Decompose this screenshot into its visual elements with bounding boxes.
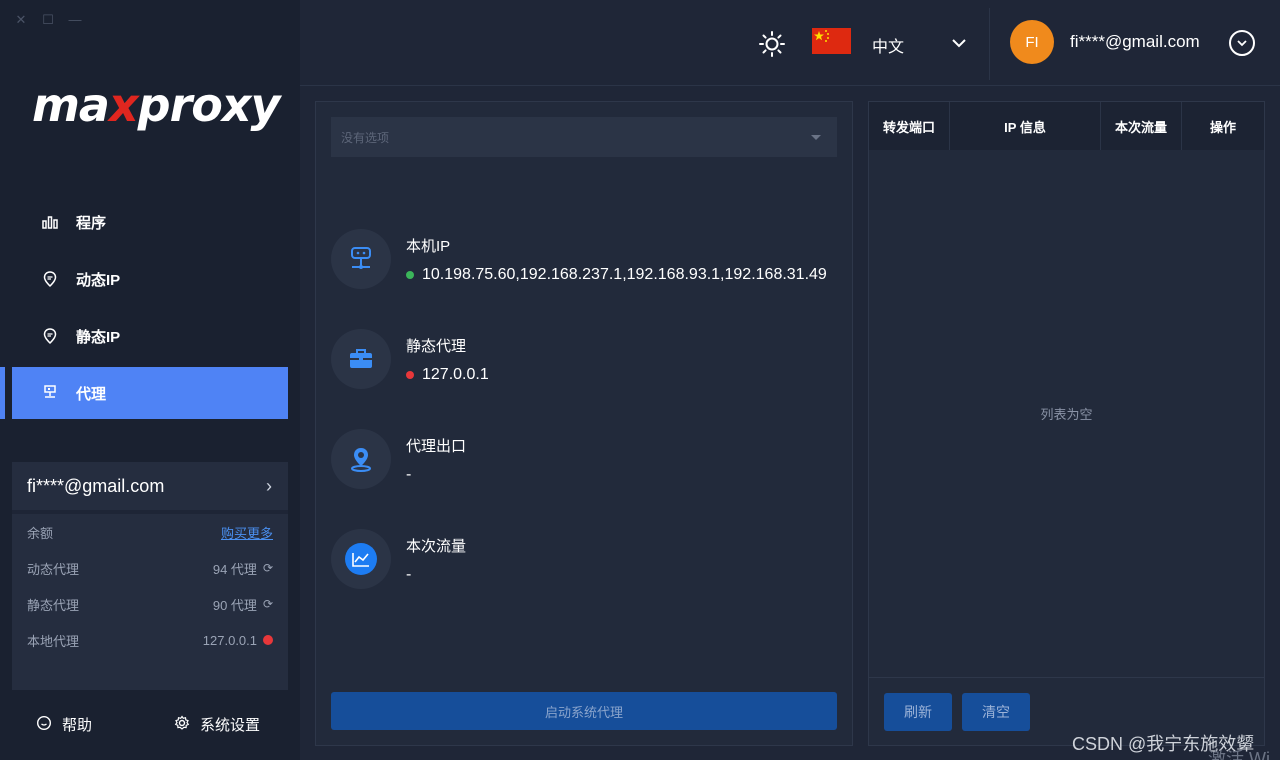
refresh-icon[interactable]: ⟳ — [263, 597, 273, 611]
proxy-exit-title: 代理出口 — [406, 438, 467, 455]
chat-bubble-icon — [36, 715, 52, 735]
static-proxy-row: 静态代理 127.0.0.1 — [331, 329, 489, 389]
active-indicator — [0, 367, 5, 419]
sidebar-item-label: 代理 — [76, 385, 107, 403]
select-placeholder: 没有选项 — [341, 130, 390, 145]
user-email[interactable]: fi****@gmail.com — [1070, 32, 1200, 52]
table-header: 转发端口 IP 信息 本次流量 操作 — [869, 102, 1264, 150]
balance-row: 余额 购买更多 — [12, 514, 288, 550]
server-icon — [40, 385, 60, 401]
theme-toggle-sun-icon[interactable] — [758, 30, 786, 63]
activate-windows-watermark: 激活 Wi — [1208, 749, 1270, 760]
proxy-select[interactable]: 没有选项 — [331, 117, 837, 157]
sidebar-item-label: 动态IP — [76, 271, 121, 289]
local-proxy-row: 本地代理 127.0.0.1 — [12, 622, 288, 658]
network-icon — [331, 229, 391, 289]
sidebar-nav: 程序 动态IP 静态IP 代理 — [0, 196, 288, 424]
avatar[interactable]: FI — [1010, 20, 1054, 64]
chevron-right-icon: › — [266, 475, 272, 496]
proxy-exit-row: 代理出口 - — [331, 429, 466, 489]
static-proxy-title: 静态代理 — [406, 338, 467, 355]
sidebar-item-program[interactable]: 程序 — [12, 196, 288, 248]
proxy-exit-value: - — [406, 466, 412, 483]
help-label: 帮助 — [62, 717, 93, 734]
local-ip-title: 本机IP — [406, 238, 451, 255]
dynamic-proxy-row: 动态代理 94 代理 ⟳ — [12, 550, 288, 586]
close-window-icon[interactable]: ✕ — [14, 12, 28, 28]
line-chart-icon — [331, 529, 391, 589]
column-header-port: 转发端口 — [869, 102, 950, 150]
refresh-button[interactable]: 刷新 — [884, 693, 952, 731]
dynamic-proxy-label: 动态代理 — [27, 561, 80, 577]
sidebar-item-proxy[interactable]: 代理 — [0, 367, 288, 419]
local-proxy-value: 127.0.0.1 — [202, 632, 257, 648]
buy-more-link[interactable]: 购买更多 — [221, 523, 273, 542]
local-ip-value: 10.198.75.60,192.168.237.1,192.168.93.1,… — [422, 266, 827, 283]
gear-icon — [174, 714, 190, 735]
account-card: fi****@gmail.com › 余额 购买更多 动态代理 94 代理 ⟳ 静… — [12, 462, 288, 690]
help-button[interactable]: 帮助 — [36, 714, 92, 735]
dynamic-proxy-count: 94 代理 — [212, 561, 257, 577]
account-header[interactable]: fi****@gmail.com › — [12, 462, 288, 514]
location-pin-icon — [40, 328, 60, 344]
sidebar-item-static-ip[interactable]: 静态IP — [12, 310, 288, 362]
chevron-down-circle-icon[interactable] — [1229, 30, 1255, 56]
location-marker-icon — [331, 429, 391, 489]
toolbox-icon — [331, 329, 391, 389]
forward-table-panel: 转发端口 IP 信息 本次流量 操作 列表为空 刷新 清空 — [868, 101, 1265, 746]
sidebar-item-label: 静态IP — [76, 328, 121, 346]
status-dot-green — [406, 271, 414, 279]
minimize-window-icon[interactable]: — — [68, 12, 82, 28]
maxproxy-logo: maxproxy — [32, 78, 281, 132]
language-selector[interactable]: 中文 — [872, 33, 904, 57]
top-bar: 中文 FI fi****@gmail.com — [300, 0, 1280, 86]
start-system-proxy-button[interactable]: 启动系统代理 — [331, 692, 837, 730]
caret-down-icon — [811, 135, 821, 140]
traffic-value: - — [406, 566, 412, 583]
chevron-down-icon[interactable] — [950, 34, 968, 57]
status-dot-red — [263, 635, 273, 645]
location-pin-icon — [40, 271, 60, 287]
traffic-title: 本次流量 — [406, 538, 467, 555]
proxy-panel: 没有选项 本机IP 10.198.75.60,192.168.237.1,192… — [315, 101, 853, 746]
local-proxy-label: 本地代理 — [27, 633, 80, 649]
refresh-icon[interactable]: ⟳ — [263, 561, 273, 575]
empty-list-text: 列表为空 — [1040, 407, 1093, 422]
clear-button[interactable]: 清空 — [962, 693, 1030, 731]
traffic-row: 本次流量 - — [331, 529, 466, 589]
column-header-actions: 操作 — [1209, 119, 1236, 135]
static-proxy-row: 静态代理 90 代理 ⟳ — [12, 586, 288, 622]
settings-label: 系统设置 — [200, 717, 261, 734]
maximize-window-icon[interactable]: ☐ — [41, 12, 55, 28]
static-proxy-count: 90 代理 — [212, 597, 257, 613]
static-proxy-label: 静态代理 — [27, 597, 80, 613]
balance-label: 余额 — [27, 525, 54, 541]
bar-chart-icon — [40, 215, 60, 229]
china-flag-icon[interactable] — [812, 28, 851, 54]
column-header-traffic: 本次流量 — [1101, 102, 1182, 150]
status-dot-red — [406, 371, 414, 379]
sidebar: ✕ ☐ — maxproxy 程序 动态IP 静态IP 代理 fi****@gm… — [0, 0, 300, 760]
divider — [989, 8, 990, 80]
settings-button[interactable]: 系统设置 — [174, 714, 260, 735]
sidebar-item-dynamic-ip[interactable]: 动态IP — [12, 253, 288, 305]
sidebar-item-label: 程序 — [76, 214, 107, 232]
account-email: fi****@gmail.com — [27, 475, 165, 496]
static-proxy-value: 127.0.0.1 — [422, 366, 489, 383]
column-header-ip-info: IP 信息 — [950, 102, 1101, 150]
window-controls: ✕ ☐ — — [14, 12, 82, 28]
local-ip-row: 本机IP 10.198.75.60,192.168.237.1,192.168.… — [331, 229, 827, 289]
